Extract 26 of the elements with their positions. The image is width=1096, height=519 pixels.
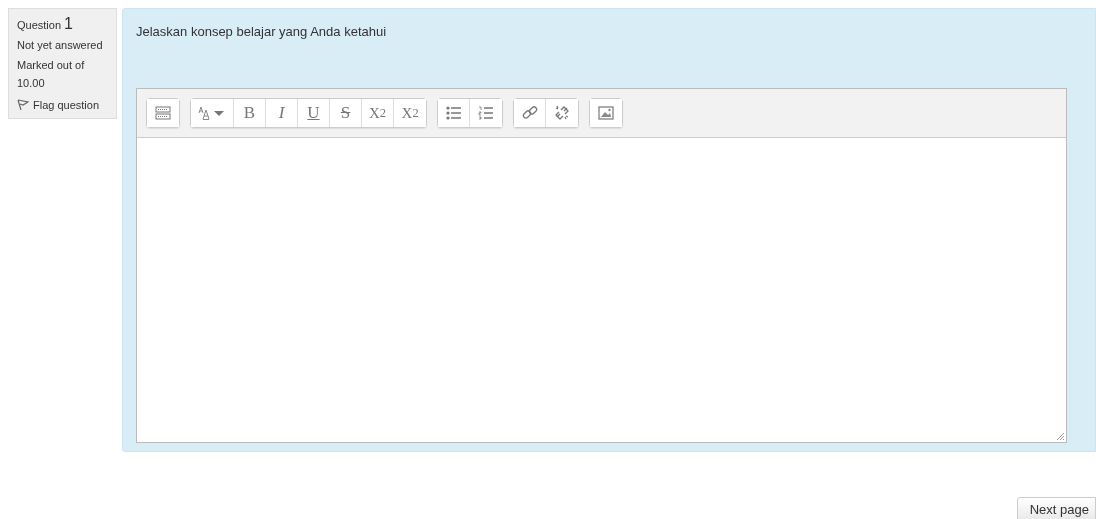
link-icon <box>521 105 538 121</box>
flag-icon <box>17 99 29 111</box>
broken-link-icon <box>554 105 571 121</box>
bullet-list-button[interactable] <box>438 99 471 127</box>
flag-question-link[interactable]: Flag question <box>17 99 112 111</box>
next-page-button[interactable]: Next page <box>1016 497 1096 519</box>
link-button[interactable] <box>514 99 547 127</box>
resize-handle-icon[interactable] <box>1056 432 1065 441</box>
numbered-list-icon <box>478 106 495 120</box>
keyboard-button[interactable] <box>147 99 179 127</box>
font-size-button[interactable] <box>191 99 234 127</box>
broken-link-button[interactable] <box>546 99 579 127</box>
bold-button[interactable]: B <box>234 99 266 127</box>
status-text: Not yet answered <box>17 39 104 51</box>
image-icon <box>598 106 615 120</box>
strikethrough-button[interactable]: S <box>330 99 362 127</box>
numbered-list-button[interactable] <box>470 99 503 127</box>
question-number: Question 1 <box>17 15 74 33</box>
marks-text: Marked out of 10.00 <box>17 58 86 91</box>
font-size-icon <box>198 106 226 120</box>
question-text: Jelaskan konsep belajar yang Anda ketahui <box>136 24 388 41</box>
bullet-list-icon <box>445 106 462 120</box>
keyboard-icon <box>155 106 171 120</box>
underline-button[interactable]: U <box>298 99 330 127</box>
italic-button[interactable]: I <box>266 99 298 127</box>
image-button[interactable] <box>590 99 623 127</box>
